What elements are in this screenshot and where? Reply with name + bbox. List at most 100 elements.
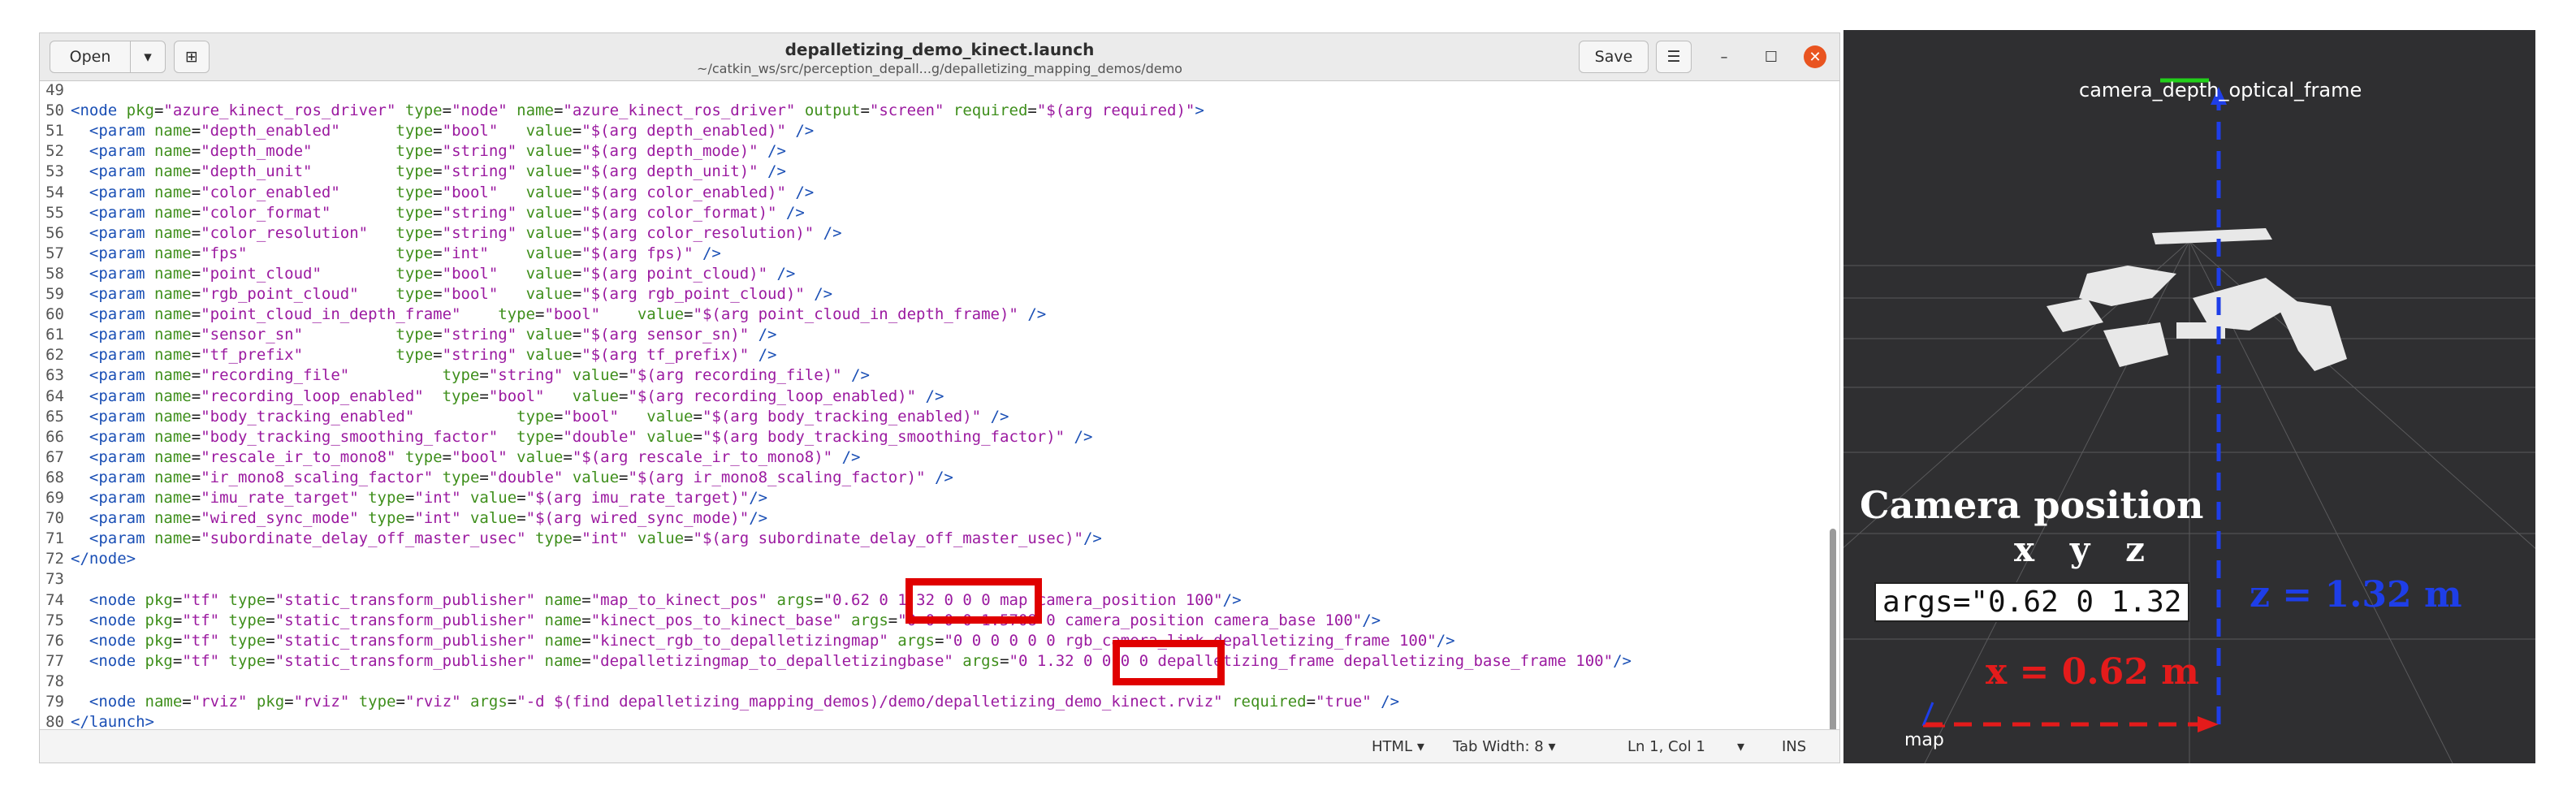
code-line-54[interactable]: 54 <param name="color_enabled" type="boo… bbox=[40, 183, 814, 203]
code-token-tag: /> bbox=[1436, 631, 1455, 650]
code-token-tag: /> bbox=[823, 223, 842, 242]
code-line-57[interactable]: 57 <param name="fps" type="int" value="$… bbox=[40, 244, 721, 264]
hamburger-menu-button[interactable]: ☰ bbox=[1656, 41, 1692, 73]
code-editor[interactable]: 49 50 <node pkg="azure_kinect_ros_driver" … bbox=[40, 80, 1826, 763]
code-token-tag: /> bbox=[776, 264, 796, 283]
code-token-val: "bool" bbox=[442, 183, 526, 201]
line-number: 75 bbox=[45, 611, 64, 629]
code-token-plain: = bbox=[572, 142, 582, 161]
code-token-val: "map_to_kinect_pos" bbox=[590, 590, 768, 609]
code-token-plain: = bbox=[191, 529, 201, 548]
code-line-77[interactable]: 77 <node pkg="tf" type="static_transform… bbox=[40, 651, 1632, 672]
code-line-66[interactable]: 66 <param name="body_tracking_smoothing_… bbox=[40, 427, 1092, 447]
code-token-plain: = bbox=[572, 285, 582, 303]
code-token-attr: value bbox=[469, 509, 517, 528]
code-line-71[interactable]: 71 <param name="subordinate_delay_off_ma… bbox=[40, 529, 1102, 549]
code-line-55[interactable]: 55 <param name="color_format" type="stri… bbox=[40, 203, 805, 223]
code-token-val: "string" bbox=[442, 142, 526, 161]
code-line-68[interactable]: 68 <param name="ir_mono8_scaling_factor"… bbox=[40, 468, 953, 488]
code-token-plain: = bbox=[693, 427, 702, 446]
line-number: 61 bbox=[45, 326, 64, 344]
line-number: 66 bbox=[45, 427, 64, 446]
code-line-61[interactable]: 61 <param name="sensor_sn" type="string"… bbox=[40, 325, 776, 345]
cursor-position[interactable]: Ln 1, Col 1 bbox=[1627, 738, 1705, 755]
code-line-76[interactable]: 76 <node pkg="tf" type="static_transform… bbox=[40, 631, 1455, 651]
code-line-56[interactable]: 56 <param name="color_resolution" type="… bbox=[40, 223, 842, 244]
code-token-tag: <node bbox=[89, 651, 145, 670]
code-line-63[interactable]: 63 <param name="recording_file" type="st… bbox=[40, 365, 870, 386]
code-line-64[interactable]: 64 <param name="recording_loop_enabled" … bbox=[40, 387, 944, 407]
line-number: 70 bbox=[45, 509, 64, 528]
line-number: 59 bbox=[45, 285, 64, 303]
code-token-attr: pkg bbox=[126, 102, 154, 120]
code-line-67[interactable]: 67 <param name="rescale_ir_to_mono8" typ… bbox=[40, 447, 860, 468]
code-token-plain: = bbox=[553, 427, 564, 446]
code-line-53[interactable]: 53 <param name="depth_unit" type="string… bbox=[40, 162, 786, 182]
save-button[interactable]: Save bbox=[1579, 41, 1649, 73]
tab-width-selector[interactable]: Tab Width: 8 ▾ bbox=[1453, 738, 1556, 755]
code-token-plain: = bbox=[433, 223, 443, 242]
code-line-65[interactable]: 65 <param name="body_tracking_enabled" t… bbox=[40, 407, 1009, 427]
code-line-60[interactable]: 60 <param name="point_cloud_in_depth_fra… bbox=[40, 305, 1046, 325]
code-token-val: "$(arg point_cloud_in_depth_frame)" bbox=[693, 305, 1018, 324]
code-line-49[interactable]: 49 bbox=[40, 80, 71, 101]
code-line-79[interactable]: 79 <node name="rviz" pkg="rviz" type="rv… bbox=[40, 692, 1399, 712]
code-token-plain: = bbox=[581, 651, 591, 670]
highlight-box-line-77 bbox=[1113, 640, 1225, 685]
code-token-attr: type bbox=[395, 162, 434, 181]
code-line-50[interactable]: 50 <node pkg="azure_kinect_ros_driver" ty… bbox=[40, 101, 1204, 121]
close-icon: ✕ bbox=[1809, 48, 1822, 66]
code-token-plain: = bbox=[191, 468, 201, 486]
code-token-val: "depalletizingmap_to_depalletizingbase" bbox=[590, 651, 953, 670]
code-token-attr: args bbox=[962, 651, 1001, 670]
code-line-69[interactable]: 69 <param name="imu_rate_target" type="i… bbox=[40, 488, 767, 508]
maximize-button[interactable]: ☐ bbox=[1760, 45, 1783, 68]
code-token-val: "node" bbox=[452, 102, 508, 120]
code-line-52[interactable]: 52 <param name="depth_mode" type="string… bbox=[40, 141, 786, 162]
code-token-tag: <param bbox=[89, 305, 154, 324]
code-token-plain: = bbox=[191, 427, 201, 446]
code-token-val: "$(arg body_tracking_enabled)" bbox=[702, 407, 982, 426]
code-line-70[interactable]: 70 <param name="wired_sync_mode" type="i… bbox=[40, 508, 767, 529]
code-token-attr: type bbox=[516, 407, 554, 426]
cursor-position-menu[interactable]: ▾ bbox=[1737, 738, 1744, 755]
rviz-view[interactable]: camera_depth_optical_frame map Camera po… bbox=[1843, 30, 2535, 763]
vertical-scrollbar[interactable] bbox=[1830, 529, 1836, 748]
code-line-58[interactable]: 58 <param name="point_cloud" type="bool"… bbox=[40, 264, 795, 284]
code-line-78[interactable]: 78 bbox=[40, 672, 71, 692]
code-line-75[interactable]: 75 <node pkg="tf" type="static_transform… bbox=[40, 611, 1381, 631]
code-line-73[interactable]: 73 bbox=[40, 569, 71, 590]
language-selector[interactable]: HTML ▾ bbox=[1372, 738, 1424, 755]
code-line-74[interactable]: 74 <node pkg="tf" type="static_transform… bbox=[40, 590, 1241, 611]
code-token-val: "tf" bbox=[182, 611, 220, 629]
code-line-62[interactable]: 62 <param name="tf_prefix" type="string"… bbox=[40, 345, 776, 365]
code-line-72[interactable]: 72 </node> bbox=[40, 549, 136, 569]
code-token-attr: name bbox=[153, 244, 192, 262]
minimize-button[interactable]: – bbox=[1713, 45, 1735, 68]
overlay-title: Camera position bbox=[1860, 483, 2204, 527]
code-token-val: "string" bbox=[442, 162, 526, 181]
code-line-59[interactable]: 59 <param name="rgb_point_cloud" type="b… bbox=[40, 284, 832, 305]
code-line-51[interactable]: 51 <param name="depth_enabled" type="boo… bbox=[40, 121, 814, 141]
code-token-plain: = bbox=[814, 590, 823, 609]
code-token-val: "point_cloud_in_depth_frame" bbox=[201, 305, 499, 324]
code-token-tag: </node> bbox=[71, 550, 136, 568]
code-token-plain: = bbox=[191, 122, 201, 140]
code-token-tag: <param bbox=[89, 447, 154, 466]
code-token-attr: type bbox=[395, 264, 434, 283]
code-token-plain: = bbox=[191, 326, 201, 344]
line-number: 67 bbox=[45, 447, 64, 466]
close-button[interactable]: ✕ bbox=[1804, 45, 1826, 68]
code-token-attr: name bbox=[153, 264, 192, 283]
